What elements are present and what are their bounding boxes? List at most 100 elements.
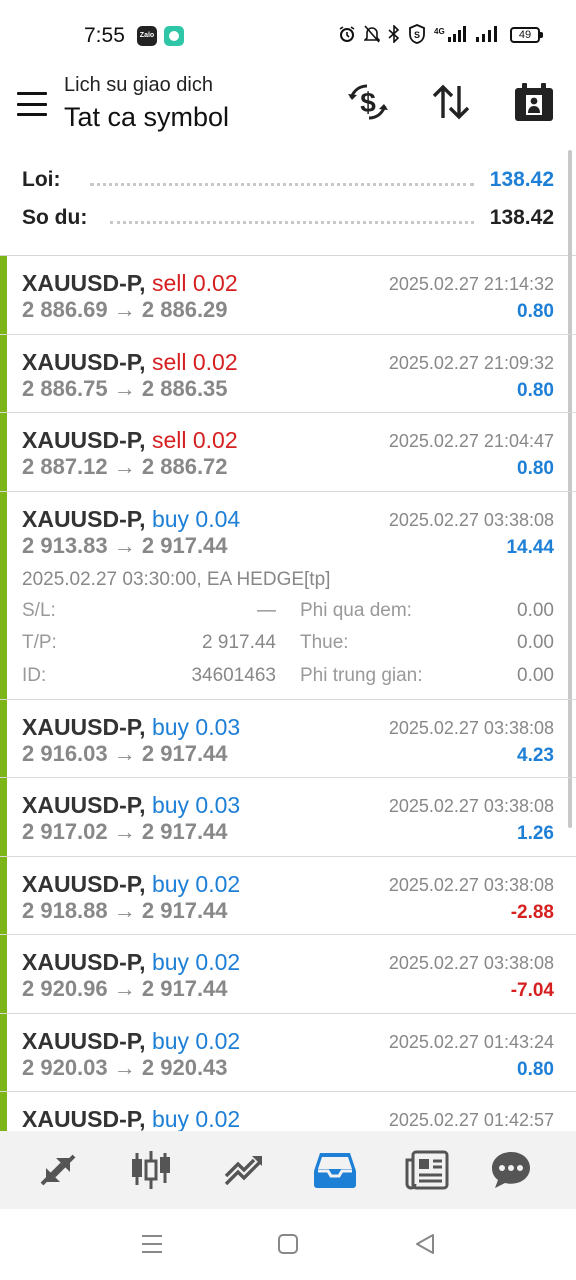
trade-time: 2025.02.27 21:09:32 [388,352,554,373]
page-title[interactable]: Tat ca symbol [64,102,229,133]
home-button[interactable] [273,1231,303,1257]
trade-status-bar [0,699,7,777]
arrow-icon: → [113,819,136,844]
trade-row[interactable]: XAUUSD-P, sell 0.02 2 886.69 → 2 886.29 … [0,256,576,335]
trade-volume: 0.02 [195,1106,241,1131]
account-summary: Loi: 138.42 So du: 138.42 [0,150,576,256]
trade-header: XAUUSD-P, buy 0.03 [22,714,240,741]
trade-row[interactable]: XAUUSD-P, buy 0.02 2 918.88 → 2 917.44 2… [0,856,576,935]
trade-row[interactable]: XAUUSD-P, buy 0.03 2 917.02 → 2 917.44 2… [0,778,576,857]
back-button[interactable] [410,1231,440,1257]
signal-icon [476,26,497,42]
status-time: 7:55 [84,24,125,47]
menu-button[interactable] [17,92,47,116]
trade-status-bar [0,778,7,856]
bottom-tab-bar [0,1131,576,1209]
trade-time: 2025.02.27 21:04:47 [388,431,554,451]
trade-header: XAUUSD-P, buy 0.02 [22,949,240,976]
recent-apps-button[interactable] [137,1231,167,1257]
sort-icon [432,84,470,120]
trade-time: 2025.02.27 03:38:08 [388,874,554,895]
trade-status-bar [0,935,7,1013]
trade-symbol: XAUUSD-P, [22,792,146,818]
quotes-icon [40,1154,76,1186]
tax-label: Thue: [300,632,349,653]
balance-value: 138.42 [489,206,554,229]
trade-open-price: 2 913.83 [22,532,108,558]
trade-time: 2025.02.27 03:38:08 [388,509,554,530]
trade-status-bar [0,413,7,491]
trade-prices: 2 920.96 → 2 917.44 [22,976,228,1002]
trade-profit: 0.80 [517,458,554,479]
trade-profit: -2.88 [510,901,554,923]
calendar-filter-button[interactable] [512,80,556,124]
tab-chart[interactable] [127,1146,175,1194]
currency-exchange-icon: $ [348,84,388,120]
trade-symbol: XAUUSD-P, [22,1106,146,1131]
chart-icon [132,1151,170,1189]
trade-prices: 2 886.69 → 2 886.29 [22,297,228,323]
trade-volume: 0.02 [192,427,238,453]
tab-history[interactable] [311,1146,359,1194]
trade-volume: 0.02 [195,870,241,897]
messenger-icon [164,26,184,46]
battery-indicator: 49 [510,27,543,43]
trade-row[interactable]: XAUUSD-P, sell 0.02 2 886.75 → 2 886.35 … [0,334,576,413]
trade-open-price: 2 920.96 [22,976,108,1001]
trade-symbol: XAUUSD-P, [22,713,146,740]
trade-prices: 2 886.75 → 2 886.35 [22,376,228,402]
dotted-leader [90,183,474,186]
trade-row-expanded[interactable]: XAUUSD-P, buy 0.04 2 913.83 → 2 917.44 2… [0,491,576,700]
tab-trade[interactable] [220,1146,268,1194]
trade-profit: 1.26 [517,823,554,844]
tab-quotes[interactable] [34,1146,82,1194]
trade-row[interactable]: XAUUSD-P, buy 0.03 2 916.03 → 2 917.44 2… [0,699,576,778]
arrow-icon: → [113,454,136,479]
trade-prices: 2 917.02 → 2 917.44 [22,819,228,845]
trade-volume: 0.04 [195,505,241,532]
trade-open-price: 2 916.03 [22,740,108,766]
trade-history-list[interactable]: XAUUSD-P, sell 0.02 2 886.69 → 2 886.29 … [0,256,576,1131]
trade-time: 2025.02.27 01:43:24 [388,1031,554,1052]
trade-symbol: XAUUSD-P, [22,427,146,453]
news-icon [405,1150,449,1190]
profit-row: Loi: 138.42 [22,168,554,198]
trade-prices: 2 887.12 → 2 886.72 [22,454,228,480]
trade-close-price: 2 917.44 [141,819,228,844]
trade-header: XAUUSD-P, sell 0.02 [22,270,238,297]
page-subtitle: Lich su giao dich [64,74,213,96]
menu-icon-line [17,92,47,95]
trade-row[interactable]: XAUUSD-P, sell 0.02 2 887.12 → 2 886.72 … [0,413,576,492]
trade-volume: 0.02 [195,949,241,975]
trade-volume: 0.02 [192,348,238,375]
svg-text:$: $ [360,87,376,118]
history-icon [314,1153,356,1188]
swap-label: Phi qua dem: [300,599,412,621]
trade-side: buy [151,949,190,975]
sort-button[interactable] [429,80,473,124]
currency-exchange-button[interactable]: $ [346,80,390,124]
tab-chat[interactable] [487,1146,535,1194]
trade-header: XAUUSD-P, buy 0.02 [22,1106,240,1131]
trade-row[interactable]: XAUUSD-P, buy 0.02 2 920.96 → 2 917.44 2… [0,935,576,1014]
trade-side: buy [151,713,190,740]
balance-label: So du: [22,206,94,230]
trade-icon [224,1156,262,1186]
trade-volume: 0.03 [195,713,241,740]
trade-status-bar [0,1092,7,1131]
trade-symbol: XAUUSD-P, [22,348,146,375]
trade-close-price: 2 917.44 [141,976,228,1001]
status-icons: S 4G [338,24,498,44]
tax-value: 0.00 [517,632,554,653]
tab-news[interactable] [403,1146,451,1194]
swap-value: 0.00 [517,599,554,621]
trade-prices: 2 913.83 → 2 917.44 [22,533,228,559]
trade-row[interactable]: XAUUSD-P, buy 0.02 2025.02.27 01:42:57 [0,1092,576,1131]
arrow-icon: → [113,1054,136,1080]
chat-icon [492,1152,530,1188]
back-nav-icon [416,1234,434,1254]
app-header: Lich su giao dich Tat ca symbol $ [0,70,576,150]
trade-open-price: 2 920.03 [22,1054,108,1080]
trade-row[interactable]: XAUUSD-P, buy 0.02 2 920.03 → 2 920.43 2… [0,1013,576,1092]
alarm-icon [339,26,355,42]
